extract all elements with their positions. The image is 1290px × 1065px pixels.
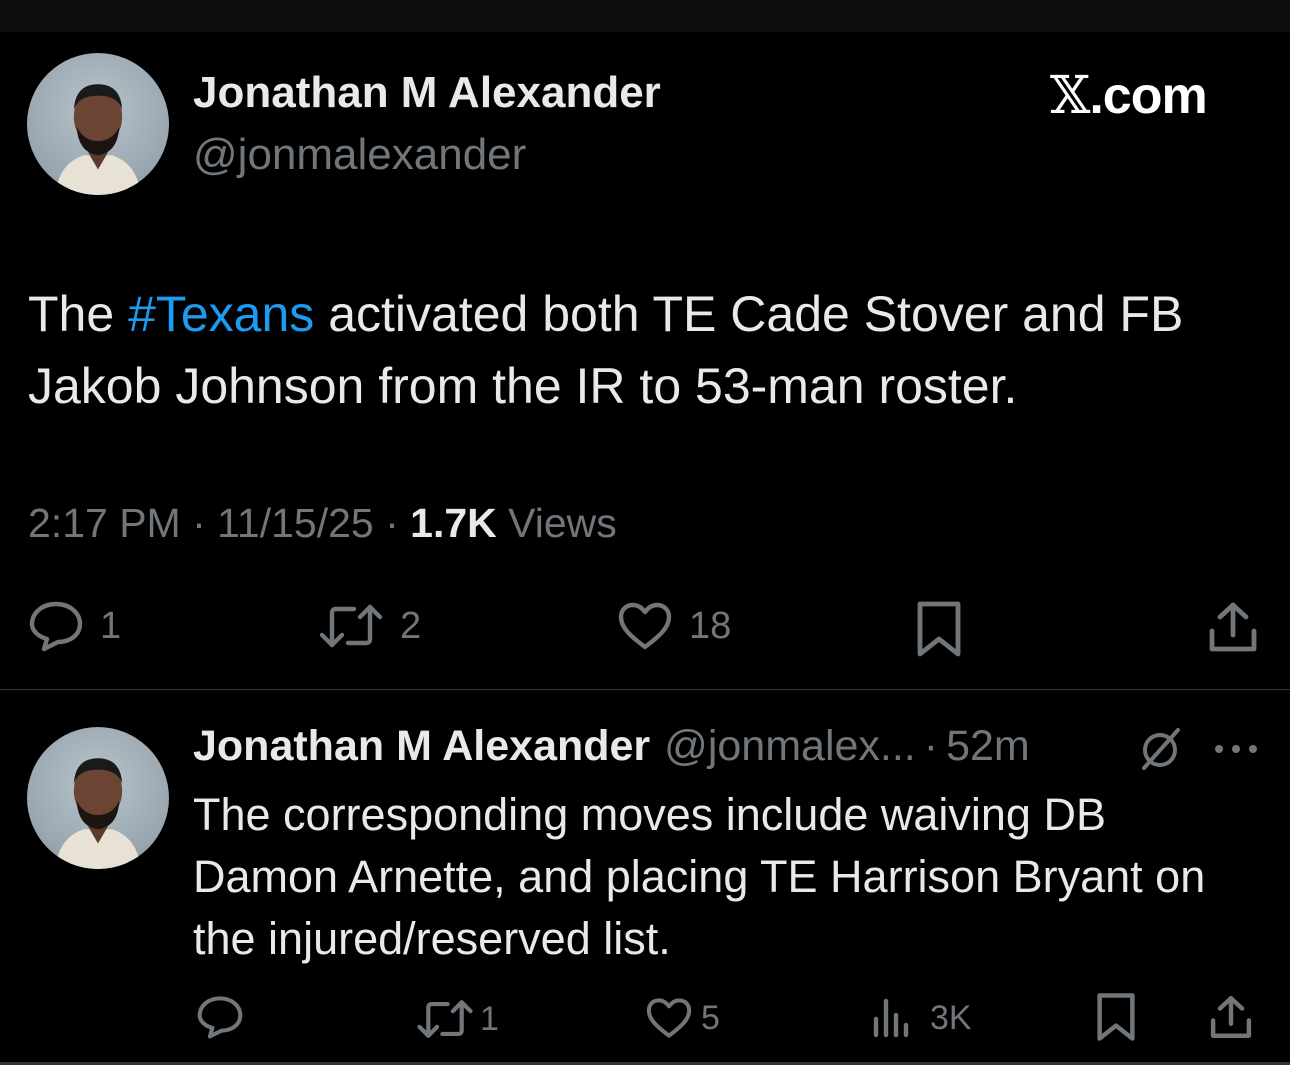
- share-icon: [1206, 599, 1260, 655]
- tweet-meta: 2:17 PM · 11/15/25 · 1.7K Views: [28, 500, 617, 546]
- repost-icon: [318, 601, 384, 651]
- grok-icon[interactable]: [1136, 724, 1186, 779]
- views-count: 1.7K: [410, 500, 497, 546]
- status-bar: [0, 0, 1290, 32]
- reply-time[interactable]: 52m: [946, 722, 1030, 771]
- reply-button[interactable]: 1: [28, 600, 121, 652]
- views-count-reply: 3K: [930, 998, 972, 1037]
- reply-share-button[interactable]: [1208, 993, 1254, 1041]
- reply-header: Jonathan M Alexander @jonmalex... · 52m: [193, 722, 1030, 771]
- avatar[interactable]: [27, 53, 169, 195]
- like-icon: [617, 601, 673, 651]
- views-icon: [872, 997, 912, 1039]
- reply-author-name[interactable]: Jonathan M Alexander: [193, 722, 650, 771]
- reply-icon: [28, 600, 84, 652]
- reply-bookmark-button[interactable]: [1096, 992, 1136, 1042]
- reply-author-handle[interactable]: @jonmalex...: [664, 722, 916, 771]
- reply-reply-button[interactable]: [196, 995, 254, 1039]
- share-icon: [1208, 993, 1254, 1041]
- author-name[interactable]: Jonathan M Alexander: [193, 68, 661, 118]
- like-button[interactable]: 18: [617, 601, 731, 651]
- bookmark-icon: [916, 600, 962, 658]
- views-label: Views: [508, 500, 617, 546]
- like-count: 18: [689, 604, 732, 647]
- repost-icon: [416, 997, 474, 1041]
- reply-repost-count: 1: [480, 999, 499, 1038]
- tweet-date[interactable]: 11/15/25: [217, 500, 374, 546]
- separator-dot: ·: [923, 722, 939, 770]
- tweet-time[interactable]: 2:17 PM: [28, 500, 181, 546]
- share-button[interactable]: [1206, 599, 1260, 655]
- reply-count: 1: [100, 604, 122, 647]
- x-logo-icon: 𝕏: [1050, 66, 1090, 126]
- divider: [0, 689, 1290, 690]
- like-icon: [645, 997, 693, 1039]
- reply-icon: [196, 995, 244, 1039]
- reply-like-button[interactable]: 5: [645, 997, 720, 1039]
- reply-like-count: 5: [701, 998, 720, 1037]
- more-icon[interactable]: [1213, 742, 1259, 760]
- bookmark-button[interactable]: [916, 600, 962, 658]
- repost-count: 2: [400, 604, 422, 647]
- tweet-text: The #Texans activated both TE Cade Stove…: [28, 286, 1184, 414]
- repost-button[interactable]: 2: [318, 601, 421, 651]
- author-handle[interactable]: @jonmalexander: [193, 130, 526, 180]
- brand-watermark: 𝕏.com: [1050, 66, 1208, 126]
- reply-text: The corresponding moves include waiving …: [193, 789, 1206, 964]
- reply-repost-button[interactable]: 1: [416, 997, 499, 1041]
- hashtag-link[interactable]: #Texans: [128, 286, 314, 342]
- reply-avatar[interactable]: [27, 727, 169, 869]
- bookmark-icon: [1096, 992, 1136, 1042]
- views-button[interactable]: 3K: [872, 997, 972, 1039]
